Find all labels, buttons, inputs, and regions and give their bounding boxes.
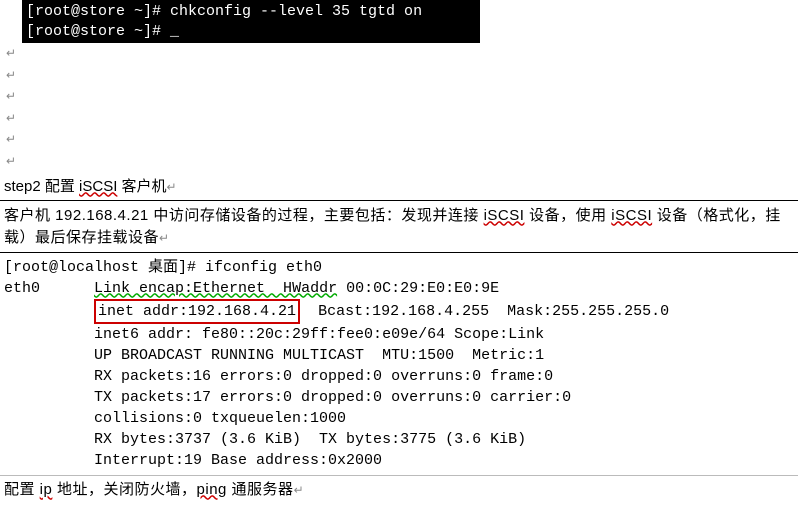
- footer-c: 通服务器: [227, 481, 294, 498]
- iscsi-text: iSCSI: [79, 178, 117, 195]
- terminal-line-1: [root@store ~]# chkconfig --level 35 tgt…: [26, 3, 422, 20]
- ifconfig-l9: Interrupt:19 Base address:0x2000: [94, 452, 382, 469]
- footer-a: 配置: [4, 481, 40, 498]
- client-text-b: 设备，使用: [524, 207, 611, 224]
- step-suffix: 客户机: [117, 178, 166, 195]
- ip-text: ip: [40, 481, 53, 498]
- ifconfig-l1b: 00:0C:29:E0:E0:9E: [337, 280, 499, 297]
- step-prefix: step2 配置: [4, 178, 79, 195]
- ifconfig-l5: RX packets:16 errors:0 dropped:0 overrun…: [94, 368, 553, 385]
- ifconfig-l2-rest: Bcast:192.168.4.255 Mask:255.255.255.0: [300, 303, 669, 320]
- paragraph-marks: ↵↵↵↵↵↵: [0, 43, 798, 173]
- step2-title: step2 配置 iSCSI 客户机↵: [0, 173, 798, 198]
- ifconfig-output: [root@localhost 桌面]# ifconfig eth0 eth0 …: [0, 252, 798, 475]
- divider-1: [0, 200, 798, 201]
- client-description: 客户机 192.168.4.21 中访问存储设备的过程，主要包括：发现并连接 i…: [0, 203, 798, 252]
- ping-text: ping: [197, 481, 227, 498]
- inet-addr-highlight: inet addr:192.168.4.21: [94, 299, 300, 324]
- client-text-a: 客户机 192.168.4.21 中访问存储设备的过程，主要包括：发现并连接: [4, 207, 484, 224]
- ifconfig-cmd: [root@localhost 桌面]# ifconfig eth0: [4, 259, 322, 276]
- ifconfig-l1a: Link encap:Ethernet HWaddr: [94, 280, 337, 297]
- ifconfig-l3: inet6 addr: fe80::20c:29ff:fee0:e09e/64 …: [94, 326, 544, 343]
- ifconfig-l7: collisions:0 txqueuelen:1000: [94, 410, 346, 427]
- terminal-line-2: [root@store ~]# _: [26, 23, 179, 40]
- footer-text: 配置 ip 地址，关闭防火墙，ping 通服务器↵: [0, 476, 798, 501]
- ifconfig-l8: RX bytes:3737 (3.6 KiB) TX bytes:3775 (3…: [94, 431, 526, 448]
- ifconfig-l4: UP BROADCAST RUNNING MULTICAST MTU:1500 …: [94, 347, 544, 364]
- ifconfig-l6: TX packets:17 errors:0 dropped:0 overrun…: [94, 389, 571, 406]
- iscsi-2: iSCSI: [611, 207, 652, 224]
- eth0-label: eth0: [4, 280, 40, 297]
- iscsi-1: iSCSI: [484, 207, 525, 224]
- terminal-chkconfig: [root@store ~]# chkconfig --level 35 tgt…: [22, 0, 480, 43]
- footer-b: 地址，关闭防火墙，: [52, 481, 196, 498]
